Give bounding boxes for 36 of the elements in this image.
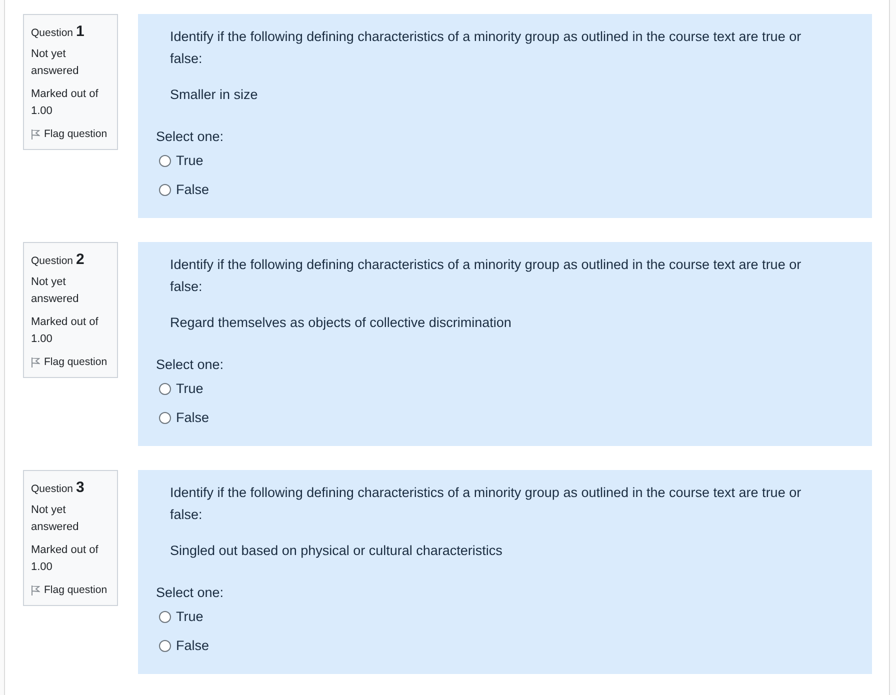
option-label[interactable]: True	[176, 606, 204, 628]
select-prompt: Select one:	[156, 584, 225, 602]
flag-question-button[interactable]: Flag question	[31, 126, 108, 143]
flag-question-button[interactable]: Flag question	[31, 582, 108, 599]
question-text: Identify if the following defining characteristics of a minority group as outlined in the course text are true or false:	[170, 484, 802, 524]
question-label: Question	[31, 26, 74, 41]
radio-button[interactable]	[159, 611, 171, 623]
select-prompt: Select one:	[156, 128, 225, 146]
option-label[interactable]: False	[176, 407, 210, 429]
question-status: Not yet answered	[31, 47, 80, 79]
option-label[interactable]: True	[176, 150, 204, 172]
question-status: Not yet answered	[31, 275, 80, 307]
radio-button[interactable]	[159, 383, 171, 395]
question-grade: Marked out of 1.00	[31, 315, 100, 347]
question-status: Not yet answered	[31, 503, 80, 535]
question-number: 2	[76, 251, 84, 268]
question-statement: Singled out based on physical or cultural characteristics	[170, 542, 504, 560]
question-grade: Marked out of 1.00	[31, 543, 100, 575]
option-label[interactable]: False	[176, 179, 210, 201]
radio-button[interactable]	[159, 412, 171, 424]
question-statement: Regard themselves as objects of collective discrimination	[170, 314, 512, 332]
question-statement: Smaller in size	[170, 86, 259, 104]
question-number: 1	[76, 23, 84, 40]
option-label[interactable]: True	[176, 378, 204, 400]
radio-button[interactable]	[159, 155, 171, 167]
option-label[interactable]: False	[176, 635, 210, 657]
question-text: Identify if the following defining characteristics of a minority group as outlined in the course text are true or false:	[170, 256, 802, 296]
select-prompt: Select one:	[156, 356, 225, 374]
question-number: 3	[76, 479, 84, 496]
question-label: Question	[31, 254, 74, 269]
question-text: Identify if the following defining characteristics of a minority group as outlined in the course text are true or false:	[170, 28, 802, 68]
radio-button[interactable]	[159, 640, 171, 652]
radio-button[interactable]	[159, 184, 171, 196]
question-label: Question	[31, 482, 74, 497]
flag-question-button[interactable]: Flag question	[31, 354, 108, 371]
question-grade: Marked out of 1.00	[31, 87, 100, 119]
